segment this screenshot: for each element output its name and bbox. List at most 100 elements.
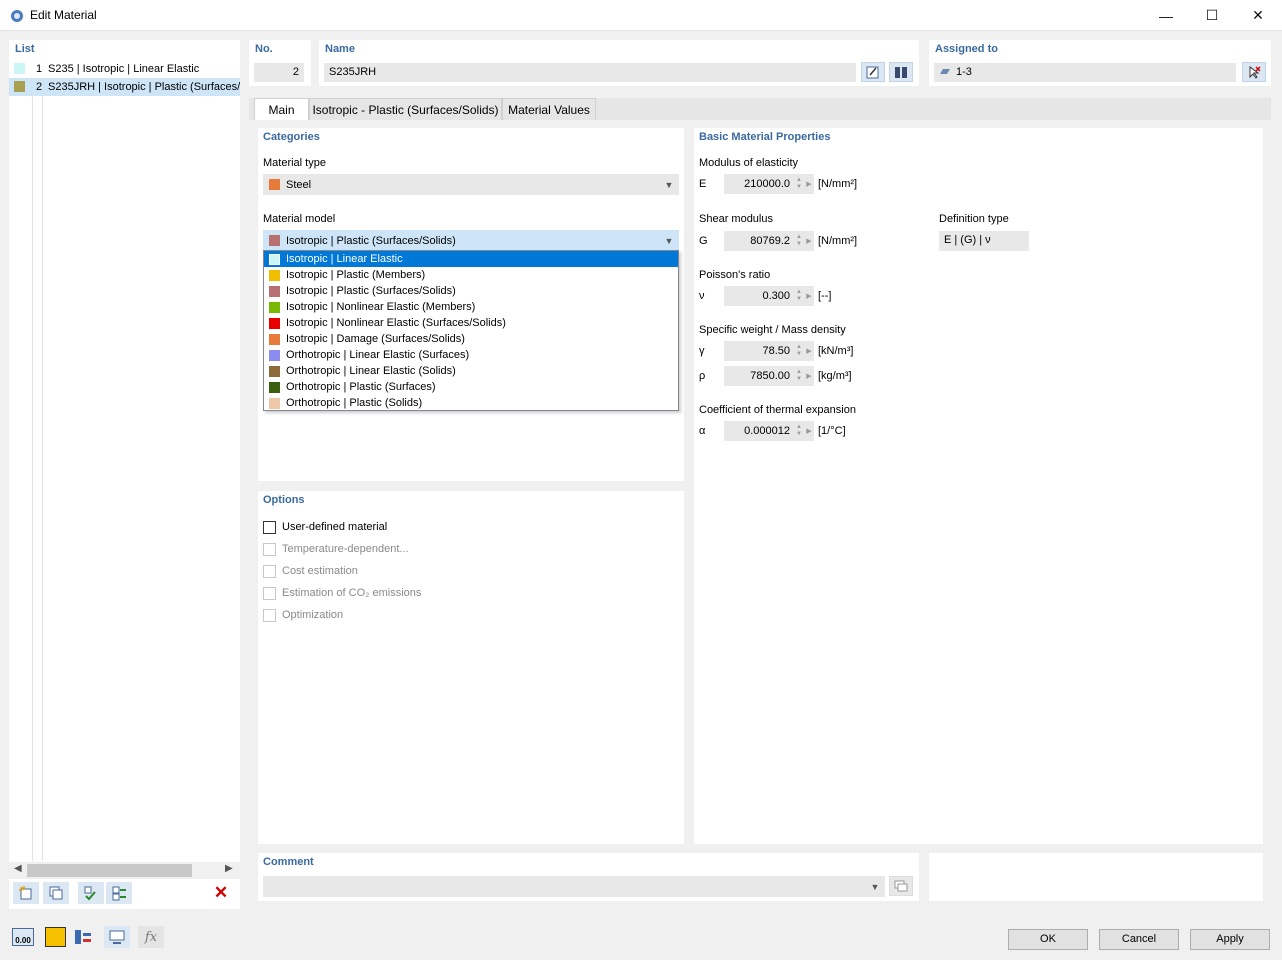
scroll-right-icon[interactable]: ▶: [225, 863, 233, 874]
E-symbol: E: [699, 178, 707, 190]
comment-panel: Comment ▼: [258, 853, 919, 901]
gamma-input[interactable]: 78.50 ▲ ▼ ▶: [724, 341, 814, 361]
spinner-icon[interactable]: ▲ ▼: [794, 234, 804, 248]
spinner-icon[interactable]: ▲ ▼: [794, 177, 804, 191]
option-checkbox-row: Optimization: [263, 604, 421, 626]
spinner-icon[interactable]: ▲ ▼: [794, 289, 804, 303]
dropdown-option[interactable]: Orthotropic | Linear Elastic (Solids): [264, 363, 678, 379]
color-swatch: [14, 63, 25, 74]
color-button[interactable]: [45, 927, 66, 947]
list-item-number: 1: [36, 63, 43, 75]
number-label: No.: [255, 43, 273, 55]
uncheck-button[interactable]: [106, 882, 132, 904]
G-input[interactable]: 80769.2 ▲ ▼ ▶: [724, 231, 814, 251]
material-model-combo[interactable]: Isotropic | Plastic (Surfaces/Solids) ▼: [263, 230, 679, 251]
checkbox[interactable]: [263, 520, 276, 534]
color-swatch: [269, 365, 280, 377]
list-item-selected[interactable]: 2 S235JRH | Isotropic | Plastic (Surface…: [9, 78, 240, 96]
alpha-symbol: α: [699, 425, 706, 437]
view-button[interactable]: [104, 926, 130, 948]
dropdown-option-label: Isotropic | Damage (Surfaces/Solids): [286, 333, 465, 345]
expand-icon[interactable]: ▶: [804, 372, 814, 380]
scrollbar-thumb[interactable]: [27, 864, 192, 877]
nu-input[interactable]: 0.300 ▲ ▼ ▶: [724, 286, 814, 306]
dropdown-option[interactable]: Isotropic | Plastic (Members): [264, 267, 678, 283]
dropdown-option-label: Isotropic | Nonlinear Elastic (Members): [286, 301, 476, 313]
expand-icon[interactable]: ▶: [804, 237, 814, 245]
number-panel: No. 2: [249, 40, 311, 86]
tab-isotropic-plastic[interactable]: Isotropic - Plastic (Surfaces/Solids): [309, 98, 502, 120]
edit-name-button[interactable]: [861, 62, 885, 82]
fx-icon: fx: [144, 929, 158, 945]
dropdown-option[interactable]: Isotropic | Nonlinear Elastic (Members): [264, 299, 678, 315]
library-button[interactable]: [889, 62, 913, 82]
scroll-left-icon[interactable]: ◀: [14, 863, 22, 874]
expand-icon[interactable]: ▶: [804, 347, 814, 355]
expand-icon[interactable]: ▶: [804, 427, 814, 435]
tab-material-values[interactable]: Material Values: [502, 98, 596, 120]
E-input[interactable]: 210000.0 ▲ ▼ ▶: [724, 174, 814, 194]
expand-icon[interactable]: ▶: [804, 180, 814, 188]
option-label: Temperature-dependent...: [282, 543, 409, 555]
color-swatch: [269, 301, 280, 313]
comment-library-button[interactable]: [889, 876, 913, 896]
color-swatch: [269, 179, 280, 190]
dropdown-option[interactable]: Isotropic | Damage (Surfaces/Solids): [264, 331, 678, 347]
dropdown-option[interactable]: Orthotropic | Plastic (Solids): [264, 395, 678, 411]
maximize-button[interactable]: ☐: [1189, 0, 1235, 31]
copy-material-button[interactable]: [43, 882, 69, 904]
tab-main[interactable]: Main: [254, 98, 309, 120]
list-item[interactable]: 1 S235 | Isotropic | Linear Elastic: [9, 60, 240, 78]
dropdown-option[interactable]: Isotropic | Plastic (Surfaces/Solids): [264, 283, 678, 299]
expand-icon[interactable]: ▶: [804, 292, 814, 300]
definition-type-field[interactable]: E | (G) | ν: [939, 231, 1029, 251]
comment-combo[interactable]: ▼: [263, 876, 885, 897]
units-icon-label: 0.00: [15, 936, 31, 945]
number-field[interactable]: 2: [254, 63, 304, 82]
alpha-unit: [1/°C]: [818, 425, 846, 437]
check-all-button[interactable]: [78, 882, 104, 904]
dropdown-option-label: Orthotropic | Plastic (Solids): [286, 397, 423, 409]
nu-symbol: ν: [699, 290, 705, 302]
formula-button[interactable]: fx: [138, 926, 164, 948]
spinner-icon[interactable]: ▲ ▼: [794, 369, 804, 383]
name-field[interactable]: S235JRH: [324, 63, 856, 82]
G-unit: [N/mm²]: [818, 235, 858, 247]
delete-button[interactable]: ✕: [208, 882, 234, 904]
material-type-combo[interactable]: Steel ▼: [263, 174, 679, 195]
close-button[interactable]: ✕: [1235, 0, 1281, 31]
dropdown-option[interactable]: Orthotropic | Plastic (Surfaces): [264, 379, 678, 395]
material-model-dropdown[interactable]: Isotropic | Linear Elastic Isotropic | Pl…: [263, 250, 679, 411]
cancel-button[interactable]: Cancel: [1099, 929, 1179, 950]
assigned-field[interactable]: 1-3: [934, 63, 1236, 82]
rho-input[interactable]: 7850.00 ▲ ▼ ▶: [724, 366, 814, 386]
dropdown-option[interactable]: Isotropic | Linear Elastic: [264, 251, 678, 267]
dropdown-option[interactable]: Isotropic | Nonlinear Elastic (Surfaces/…: [264, 315, 678, 331]
new-material-button[interactable]: [13, 882, 39, 904]
horizontal-scrollbar[interactable]: ◀ ▶: [9, 862, 240, 879]
color-swatch: [14, 81, 25, 92]
dropdown-option-label: Isotropic | Plastic (Members): [286, 269, 426, 281]
name-label: Name: [325, 43, 355, 55]
units-button[interactable]: 0.00: [10, 926, 36, 948]
numbering-button[interactable]: [70, 926, 96, 948]
option-checkbox-row: Cost estimation: [263, 560, 421, 582]
spinner-icon[interactable]: ▲ ▼: [794, 424, 804, 438]
spinner-icon[interactable]: ▲ ▼: [794, 344, 804, 358]
alpha-input[interactable]: 0.000012 ▲ ▼ ▶: [724, 421, 814, 441]
apply-button[interactable]: Apply: [1190, 929, 1270, 950]
units-icon: 0.00: [12, 928, 34, 946]
dropdown-option[interactable]: Orthotropic | Linear Elastic (Surfaces): [264, 347, 678, 363]
modulus-label: Modulus of elasticity: [699, 157, 799, 169]
tree-line: [42, 81, 43, 861]
ok-button[interactable]: OK: [1008, 929, 1088, 950]
minimize-button[interactable]: —: [1143, 0, 1189, 31]
list-item-label: S235 | Isotropic | Linear Elastic: [48, 63, 200, 75]
pick-assignment-button[interactable]: [1242, 62, 1266, 82]
option-checkbox-row[interactable]: User-defined material: [263, 516, 421, 538]
gamma-value: 78.50: [762, 345, 790, 357]
material-type-value: Steel: [286, 178, 312, 191]
dropdown-option-label: Orthotropic | Linear Elastic (Surfaces): [286, 349, 470, 361]
name-panel: Name S235JRH: [319, 40, 919, 86]
comment-side-panel: [929, 853, 1263, 901]
